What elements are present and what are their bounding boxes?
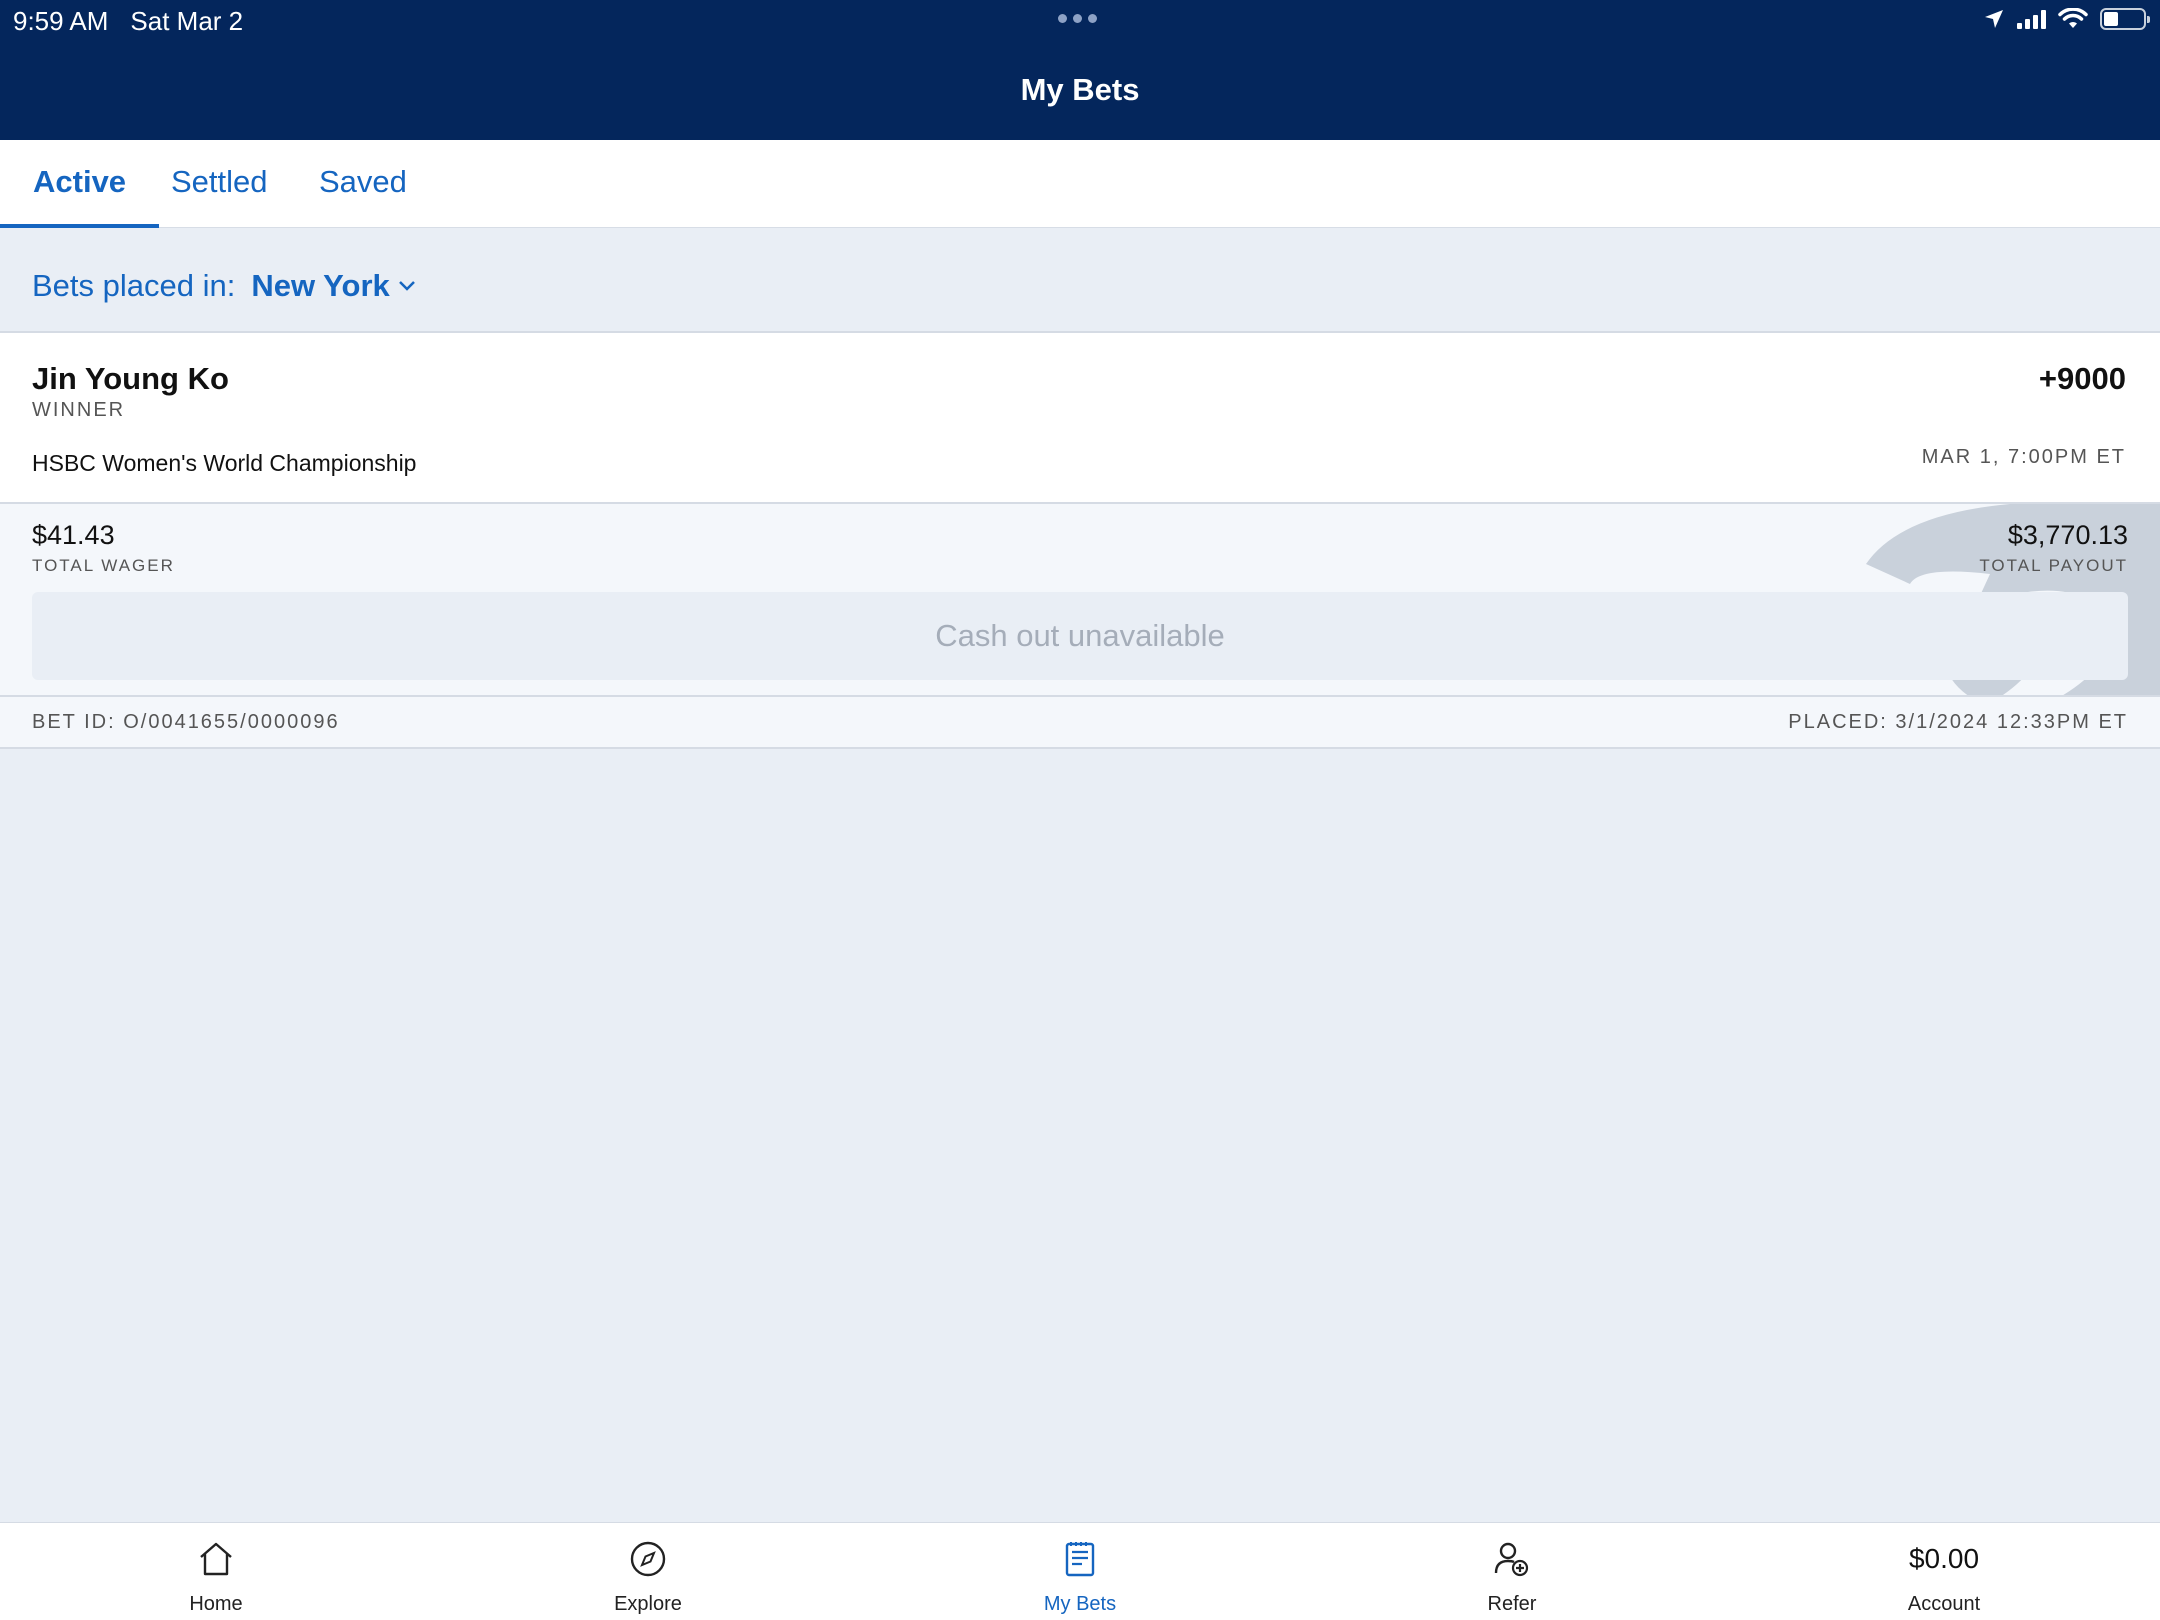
location-filter: Bets placed in: New York	[32, 268, 416, 304]
bet-event: HSBC Women's World Championship	[32, 450, 417, 476]
nav-my-bets-label: My Bets	[1043, 1593, 1117, 1615]
bet-id: BET ID: O/0041655/0000096	[32, 711, 340, 733]
status-bar-left: 9:59 AM Sat Mar 2	[13, 6, 243, 37]
cellular-signal-icon	[2017, 9, 2046, 29]
home-icon	[200, 1542, 232, 1576]
total-payout-value: $3,770.13	[2007, 520, 2128, 550]
wager-section: $41.43 TOTAL WAGER $3,770.13 TOTAL PAYOU…	[0, 502, 2160, 695]
filter-label: Bets placed in:	[32, 268, 236, 303]
nav-refer-label: Refer	[1487, 1593, 1537, 1615]
location-value: New York	[251, 268, 390, 303]
bet-footer: BET ID: O/0041655/0000096 PLACED: 3/1/20…	[0, 695, 2160, 747]
wifi-icon	[2058, 8, 2088, 28]
status-date: Sat Mar 2	[130, 6, 244, 36]
total-payout-label: TOTAL PAYOUT	[1979, 556, 2128, 575]
nav-explore-label: Explore	[614, 1593, 682, 1615]
location-arrow-icon	[1985, 10, 2003, 28]
bottom-tab-bar: Home Explore My Bets Refer $0.00 Account	[0, 1522, 2160, 1620]
tab-active[interactable]: Active	[0, 140, 160, 228]
total-wager-label: TOTAL WAGER	[32, 556, 175, 575]
compass-icon	[630, 1541, 666, 1577]
account-balance: $0.00	[1908, 1543, 1980, 1574]
nav-home[interactable]: Home	[136, 1537, 296, 1616]
bet-card[interactable]: Jin Young Ko +9000 WINNER HSBC Women's W…	[0, 331, 2160, 749]
app-header: 9:59 AM Sat Mar 2 My Bets	[0, 0, 2160, 140]
add-user-icon	[1494, 1542, 1529, 1577]
total-wager-value: $41.43	[32, 520, 115, 550]
bets-tab-bar: Active Settled Saved	[0, 140, 2160, 228]
chevron-down-icon	[398, 281, 415, 291]
nav-refer[interactable]: Refer	[1432, 1537, 1592, 1616]
nav-home-label: Home	[189, 1593, 243, 1615]
tab-settled[interactable]: Settled	[138, 140, 301, 228]
event-time: MAR 1, 7:00PM ET	[1921, 446, 2126, 468]
nav-account[interactable]: $0.00 Account	[1864, 1537, 2024, 1616]
battery-icon	[2100, 8, 2150, 30]
bet-selection: Jin Young Ko	[32, 361, 229, 396]
nav-account-label: Account	[1907, 1593, 1981, 1615]
bet-market: WINNER	[32, 399, 126, 421]
bet-slip-icon	[1065, 1542, 1095, 1577]
status-bar-right	[1983, 8, 2150, 30]
nav-explore[interactable]: Explore	[568, 1537, 728, 1616]
tab-saved[interactable]: Saved	[286, 140, 440, 228]
nav-my-bets[interactable]: My Bets	[1000, 1537, 1160, 1616]
multitasking-dots-icon[interactable]	[1058, 14, 1097, 23]
status-time: 9:59 AM	[13, 6, 109, 36]
page-title: My Bets	[1020, 72, 1140, 107]
bet-placed-time: PLACED: 3/1/2024 12:33PM ET	[1788, 711, 2128, 733]
cash-out-button: Cash out unavailable	[32, 592, 2128, 680]
bet-odds: +9000	[2038, 361, 2126, 396]
location-dropdown[interactable]: New York	[251, 268, 415, 304]
